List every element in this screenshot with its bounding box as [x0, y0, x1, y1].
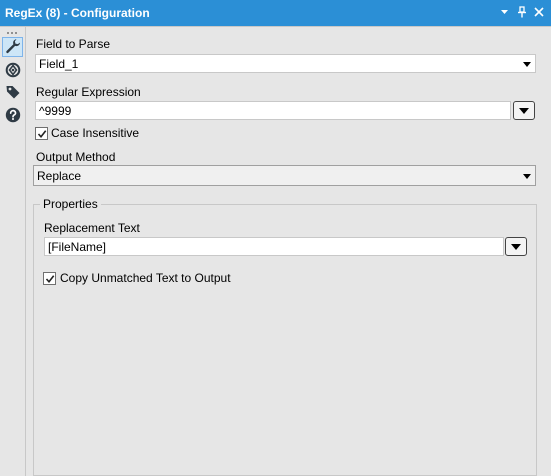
case-insensitive-checkbox[interactable] [35, 127, 48, 140]
replacement-text-value: [FileName] [48, 240, 107, 254]
regex-input[interactable]: ^9999 [35, 101, 511, 120]
output-method-label: Output Method [36, 150, 116, 164]
wrench-icon [5, 38, 21, 57]
field-to-parse-label: Field to Parse [36, 37, 111, 51]
replacement-text-label: Replacement Text [44, 221, 140, 235]
chevron-down-icon [523, 62, 531, 67]
configuration-panel: Field to Parse Field_1 Regular Expressio… [26, 27, 551, 476]
checkmark-icon [37, 130, 47, 139]
title-bar: RegEx (8) - Configuration [0, 0, 551, 26]
regex-label: Regular Expression [36, 85, 141, 99]
field-to-parse-value: Field_1 [39, 57, 79, 71]
configuration-tab[interactable] [2, 37, 23, 57]
close-icon[interactable] [532, 4, 545, 20]
output-method-select[interactable]: Replace [33, 165, 536, 186]
properties-group-label: Properties [40, 197, 101, 211]
output-method-value: Replace [37, 169, 82, 183]
properties-group: Properties Replacement Text [FileName] C… [33, 197, 537, 476]
regex-options-dropdown-button[interactable] [513, 101, 535, 120]
pin-icon[interactable] [515, 4, 528, 20]
regex-value: ^9999 [39, 104, 72, 118]
help-tab[interactable] [2, 106, 23, 126]
window-title: RegEx (8) - Configuration [5, 6, 150, 20]
tag-icon [5, 84, 21, 103]
replacement-text-input[interactable]: [FileName] [44, 237, 504, 256]
case-insensitive-label: Case Insensitive [51, 126, 140, 140]
checkmark-icon [45, 275, 55, 284]
chevron-down-icon [523, 174, 531, 179]
field-to-parse-select[interactable]: Field_1 [35, 54, 536, 73]
window-controls [498, 4, 545, 20]
layout-tab[interactable] [2, 61, 23, 81]
copy-unmatched-label: Copy Unmatched Text to Output [60, 271, 231, 285]
annotation-tab[interactable] [2, 83, 23, 103]
grip-icon [6, 30, 18, 36]
dropdown-icon[interactable] [498, 4, 511, 20]
help-icon [5, 107, 21, 126]
tool-sidebar [0, 27, 26, 476]
replacement-text-dropdown-button[interactable] [505, 237, 527, 256]
target-icon [5, 62, 21, 81]
copy-unmatched-checkbox[interactable] [43, 272, 56, 285]
